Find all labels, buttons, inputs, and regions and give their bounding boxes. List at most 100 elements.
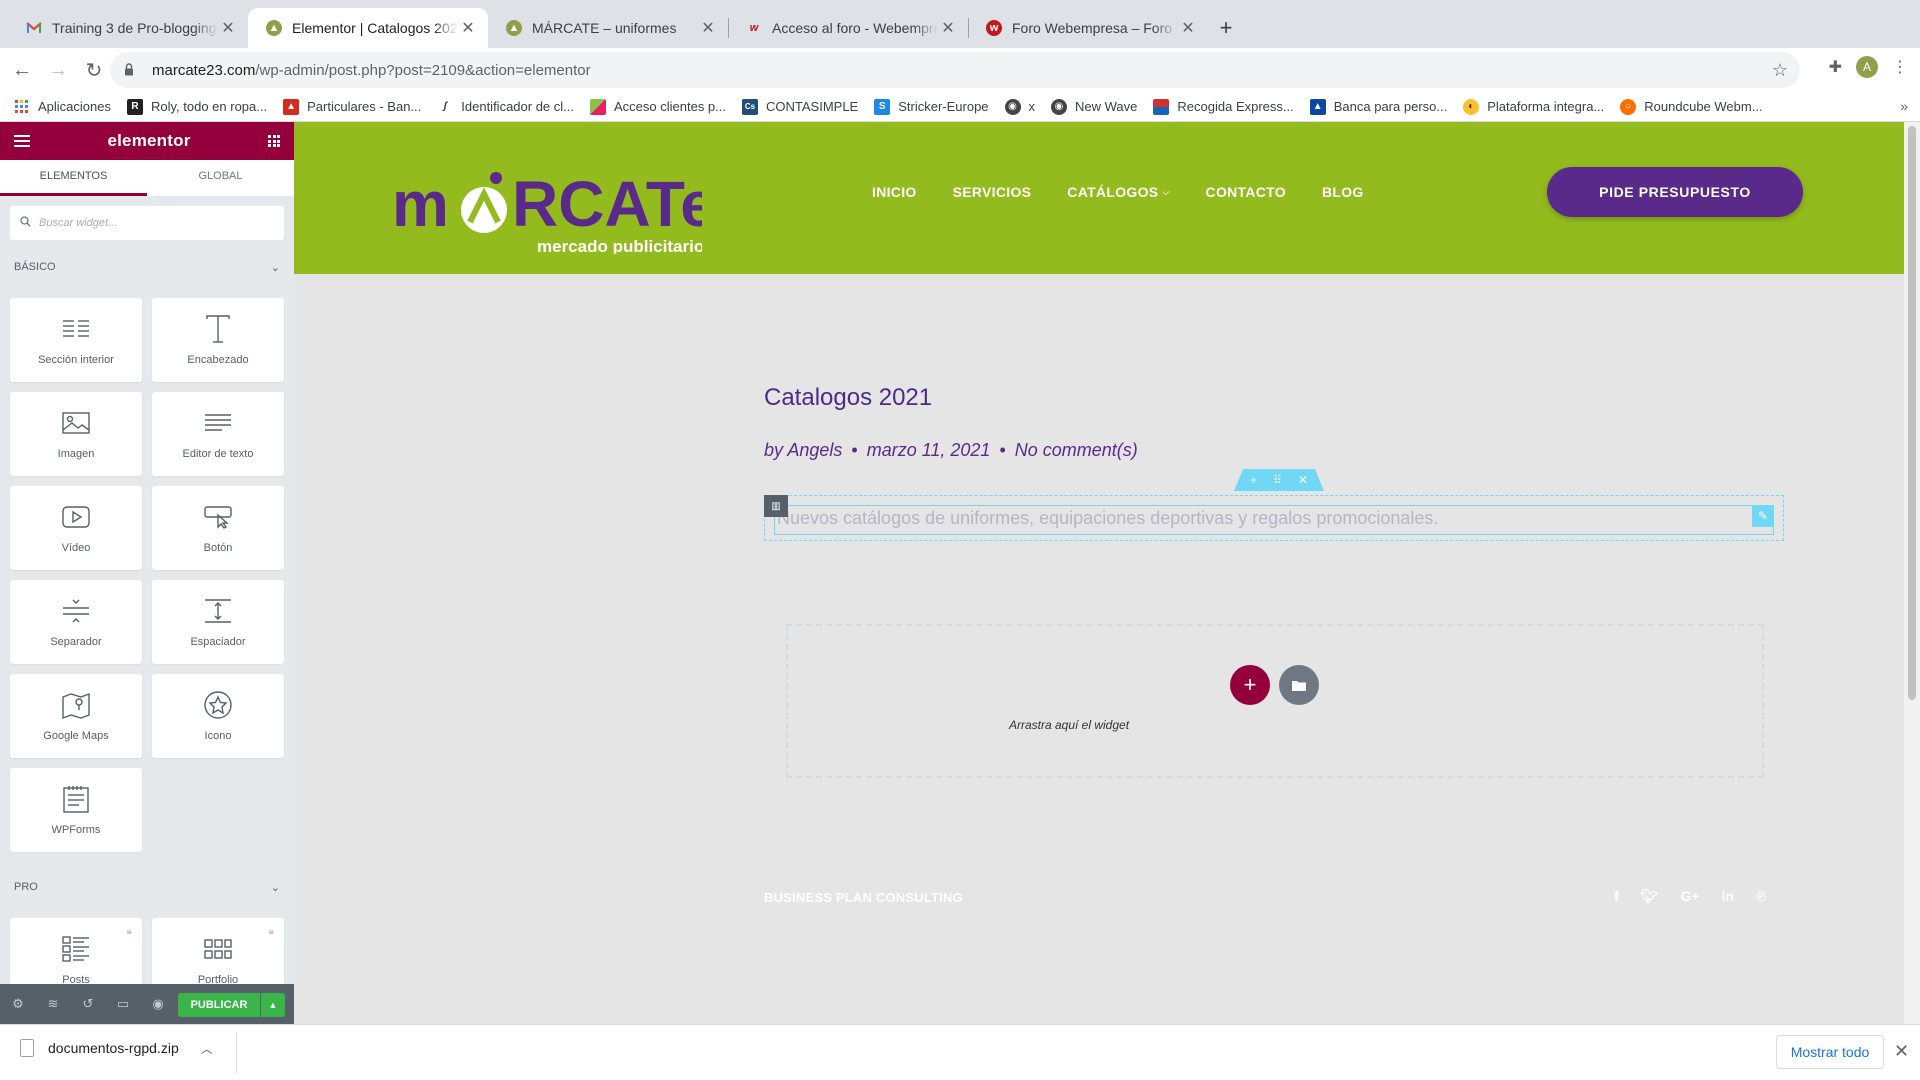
nav-inicio[interactable]: INICIO: [872, 184, 917, 200]
widget-encabezado[interactable]: Encabezado: [152, 298, 284, 382]
edit-pencil-icon[interactable]: ✎: [1752, 505, 1774, 527]
widget-separador[interactable]: Separador: [10, 580, 142, 664]
publish-options-caret-icon[interactable]: ▲: [261, 993, 285, 1017]
address-bar[interactable]: marcate23.com/wp-admin/post.php?post=210…: [110, 52, 1800, 88]
tab-close-icon[interactable]: ✕: [938, 18, 958, 38]
nav-catalogos[interactable]: CATÁLOGOS ⌵: [1067, 184, 1169, 200]
widget-google-maps[interactable]: Google Maps: [10, 674, 142, 758]
video-icon: [61, 502, 91, 532]
linkedin-icon[interactable]: in: [1722, 888, 1734, 905]
navigator-layers-icon[interactable]: ≋: [45, 996, 61, 1012]
bookmark-label: Roundcube Webm...: [1644, 99, 1763, 114]
widget-icono[interactable]: Icono: [152, 674, 284, 758]
category-pro-header[interactable]: PRO ⌄: [0, 876, 294, 898]
widget-label: Imagen: [57, 448, 95, 460]
settings-gear-icon[interactable]: ⚙: [10, 996, 26, 1012]
pide-presupuesto-button[interactable]: PIDE PRESUPUESTO: [1547, 167, 1803, 217]
star-icon: [203, 690, 233, 720]
widget-imagen[interactable]: Imagen: [10, 392, 142, 476]
tab-global[interactable]: GLOBAL: [147, 160, 294, 196]
divider-icon: [61, 596, 91, 626]
preview-eye-icon[interactable]: ◉: [150, 996, 166, 1012]
twitter-icon[interactable]: 🐦︎: [1641, 888, 1659, 905]
bookmark-item[interactable]: ◉ x: [1004, 98, 1035, 115]
bookmark-item[interactable]: S Stricker-Europe: [874, 98, 989, 115]
bookmark-item[interactable]: ◐ Plataforma integra...: [1463, 98, 1604, 115]
bookmarks-overflow-icon[interactable]: »: [1900, 98, 1908, 114]
bookmark-item[interactable]: Cs CONTASIMPLE: [742, 98, 858, 115]
bookmark-item[interactable]: R Roly, todo en ropa...: [127, 98, 267, 115]
widget-wpforms[interactable]: WPForms: [10, 768, 142, 852]
extensions-puzzle-icon[interactable]: ✚: [1829, 57, 1842, 77]
chevron-up-icon[interactable]: ︿: [201, 1040, 213, 1057]
nav-servicios[interactable]: SERVICIOS: [953, 184, 1032, 200]
pinterest-icon[interactable]: ℗: [1756, 888, 1766, 905]
forward-icon[interactable]: →: [40, 52, 76, 88]
back-icon[interactable]: ←: [4, 52, 40, 88]
bookmark-item[interactable]: ○ Roundcube Webm...: [1620, 98, 1763, 115]
widget-boton[interactable]: Botón: [152, 486, 284, 570]
page-scrollbar[interactable]: [1904, 122, 1920, 1024]
bookmark-star-icon[interactable]: ☆: [1772, 60, 1788, 81]
reload-icon[interactable]: ↻: [76, 52, 112, 88]
bookmark-item[interactable]: Acceso clientes p...: [590, 98, 726, 115]
text-editor-content[interactable]: Nuevos catálogos de uniformes, equipacio…: [777, 508, 1438, 529]
marcate-logo[interactable]: m RCATe mercado publicitario: [392, 164, 702, 254]
widget-search-input[interactable]: Buscar widget...: [10, 206, 284, 240]
bookmark-item[interactable]: Aplicaciones: [14, 99, 111, 115]
close-icon[interactable]: ✕: [1894, 1041, 1909, 1062]
tab-close-icon[interactable]: ✕: [218, 18, 238, 38]
history-icon[interactable]: ↺: [80, 996, 96, 1012]
widgets-grid-icon[interactable]: [268, 135, 280, 147]
bookmark-item[interactable]: Recogida Express...: [1153, 98, 1294, 115]
widget-seccion-interior[interactable]: Sección interior: [10, 298, 142, 382]
browser-menu-icon[interactable]: ⋮: [1892, 57, 1908, 77]
bookmark-item[interactable]: ▲ Particulares - Ban...: [283, 98, 421, 115]
post-comments[interactable]: No comment(s): [1015, 440, 1138, 461]
tab-elementos[interactable]: ELEMENTOS: [0, 160, 147, 196]
tab-close-icon[interactable]: ✕: [698, 18, 718, 38]
browser-tab-active[interactable]: ▲ Elementor | Catalogos 2021 ✕: [248, 8, 488, 48]
browser-tab[interactable]: w Foro Webempresa – Foro Word ✕: [968, 8, 1208, 48]
bookmark-item[interactable]: ▲ Banca para perso...: [1309, 98, 1447, 115]
elementor-panel: elementor ELEMENTOS GLOBAL Buscar widget…: [0, 122, 294, 1024]
category-basico-header[interactable]: BÁSICO ⌄: [0, 256, 294, 278]
download-item[interactable]: documentos-rgpd.zip ︿: [20, 1039, 213, 1057]
hamburger-menu-icon[interactable]: [14, 135, 30, 147]
post-author[interactable]: by Angels: [764, 440, 842, 461]
publish-button[interactable]: PUBLICAR: [178, 993, 260, 1017]
tab-close-icon[interactable]: ✕: [458, 18, 478, 38]
widget-editor-de-texto[interactable]: Editor de texto: [152, 392, 284, 476]
text-editor-icon: [203, 408, 233, 438]
delete-section-icon[interactable]: ✕: [1298, 473, 1308, 487]
widget-espaciador[interactable]: Espaciador: [152, 580, 284, 664]
add-section-icon[interactable]: +: [1250, 473, 1257, 487]
post-date[interactable]: marzo 11, 2021: [867, 440, 991, 461]
nav-contacto[interactable]: CONTACTO: [1206, 184, 1286, 200]
browser-tab[interactable]: ▲ MÁRCATE – uniformes ✕: [488, 8, 728, 48]
browser-tab[interactable]: Training 3 de Pro-blogging: Có ✕: [8, 8, 248, 48]
download-separator: [236, 1033, 237, 1073]
download-bar: documentos-rgpd.zip ︿ Mostrar todo ✕: [0, 1024, 1920, 1080]
new-tab-icon[interactable]: +: [1212, 14, 1240, 42]
bookmarks-bar: Aplicaciones R Roly, todo en ropa... ▲ Par…: [0, 92, 1920, 122]
google-plus-icon[interactable]: G+: [1680, 888, 1699, 905]
widget-video[interactable]: Vídeo: [10, 486, 142, 570]
drag-handle-icon[interactable]: ⠿: [1273, 473, 1282, 487]
template-library-folder-icon[interactable]: [1279, 665, 1319, 705]
profile-avatar[interactable]: A: [1856, 56, 1878, 78]
facebook-icon[interactable]: f: [1614, 888, 1619, 905]
responsive-mode-icon[interactable]: ▭: [115, 996, 131, 1012]
nav-blog[interactable]: BLOG: [1322, 184, 1364, 200]
browser-tab[interactable]: w Acceso al foro - Webempresa F ✕: [728, 8, 968, 48]
widget-drop-area[interactable]: [786, 624, 1764, 778]
bookmark-item[interactable]: ʃ Identificador de cl...: [437, 99, 574, 115]
section-handle[interactable]: + ⠿ ✕: [1234, 469, 1324, 491]
show-all-downloads-button[interactable]: Mostrar todo: [1776, 1035, 1884, 1069]
add-new-section-button[interactable]: +: [1230, 665, 1270, 705]
category-name: PRO: [14, 881, 38, 893]
column-handle-icon[interactable]: ▥: [764, 495, 788, 517]
bookmark-item[interactable]: ◉ New Wave: [1051, 98, 1137, 115]
scrollbar-thumb[interactable]: [1908, 126, 1916, 700]
tab-close-icon[interactable]: ✕: [1178, 18, 1198, 38]
